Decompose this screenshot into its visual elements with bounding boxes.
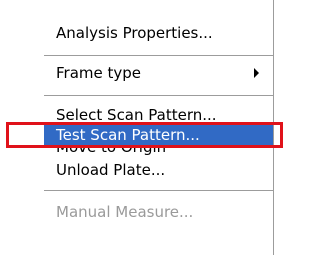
menu-item-unload-plate[interactable]: Unload Plate... (44, 157, 273, 183)
menu-item-label: Analysis Properties... (56, 24, 213, 42)
menu-separator (44, 190, 273, 191)
menu-icon-gutter (0, 0, 44, 255)
menu-item-select-scan-pattern[interactable]: Select Scan Pattern... (44, 108, 273, 122)
menu-separator (44, 55, 273, 56)
menu-item-label: Select Scan Pattern... (56, 108, 217, 122)
context-menu: Analysis Properties... Frame type Select… (0, 0, 274, 255)
menu-item-label: Manual Measure... (56, 203, 194, 221)
menu-item-label: Test Scan Pattern... (56, 126, 200, 144)
menu-item-test-scan-pattern[interactable]: Test Scan Pattern... (44, 122, 273, 148)
menu-item-manual-measure: Manual Measure... (44, 199, 273, 225)
screenshot: Analysis Properties... Frame type Select… (0, 0, 292, 255)
menu-item-label: Unload Plate... (56, 161, 166, 179)
menu-item-frame-type[interactable]: Frame type (44, 60, 273, 86)
menu-separator (44, 95, 273, 96)
menu-item-label: Frame type (56, 64, 142, 82)
menu-item-analysis-properties[interactable]: Analysis Properties... (44, 20, 273, 46)
chevron-right-icon (254, 68, 259, 78)
menu-right-border (273, 0, 274, 255)
